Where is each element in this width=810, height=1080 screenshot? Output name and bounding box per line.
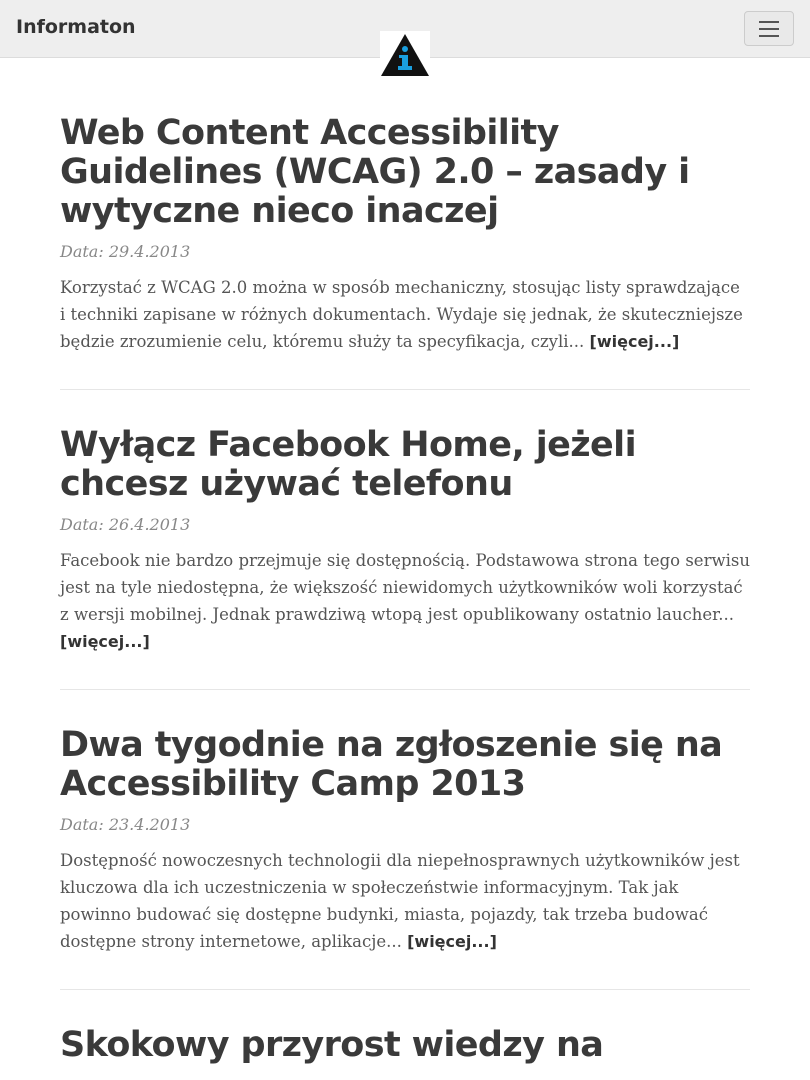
post-title-link[interactable]: Web Content Accessibility Guidelines (WC… — [60, 114, 750, 231]
post-excerpt: Facebook nie bardzo przejmuje się dostęp… — [60, 547, 750, 689]
post-title-link[interactable]: Dwa tygodnie na zgłoszenie się na Access… — [60, 726, 750, 804]
menu-toggle-button[interactable] — [744, 11, 794, 46]
navbar: Informaton — [0, 0, 810, 77]
post-item: Wyłącz Facebook Home, jeżeli chcesz używ… — [60, 390, 750, 690]
post-item: Web Content Accessibility Guidelines (WC… — [60, 114, 750, 390]
read-more-link[interactable]: [więcej...] — [407, 932, 497, 951]
post-date: Data: 29.4.2013 — [60, 242, 191, 261]
post-excerpt-text: Dostępność nowoczesnych technologii dla … — [60, 851, 740, 951]
post-date: Data: 26.4.2013 — [60, 515, 191, 534]
info-triangle-icon[interactable] — [380, 31, 430, 77]
post-excerpt: Korzystać z WCAG 2.0 można w sposób mech… — [60, 274, 750, 389]
hamburger-menu-icon — [759, 21, 779, 23]
post-excerpt: Dostępność nowoczesnych technologii dla … — [60, 847, 750, 989]
post-date: Data: 23.4.2013 — [60, 815, 191, 834]
post-list: Web Content Accessibility Guidelines (WC… — [60, 114, 750, 1065]
read-more-link[interactable]: [więcej...] — [60, 632, 150, 651]
post-item: Skokowy przyrost wiedzy na — [60, 990, 750, 1065]
post-excerpt-text: Facebook nie bardzo przejmuje się dostęp… — [60, 551, 750, 624]
read-more-link[interactable]: [więcej...] — [590, 332, 680, 351]
post-title-link[interactable]: Skokowy przyrost wiedzy na — [60, 1026, 750, 1065]
post-item: Dwa tygodnie na zgłoszenie się na Access… — [60, 690, 750, 990]
site-brand-link[interactable]: Informaton — [16, 16, 136, 38]
post-title-link[interactable]: Wyłącz Facebook Home, jeżeli chcesz używ… — [60, 426, 750, 504]
